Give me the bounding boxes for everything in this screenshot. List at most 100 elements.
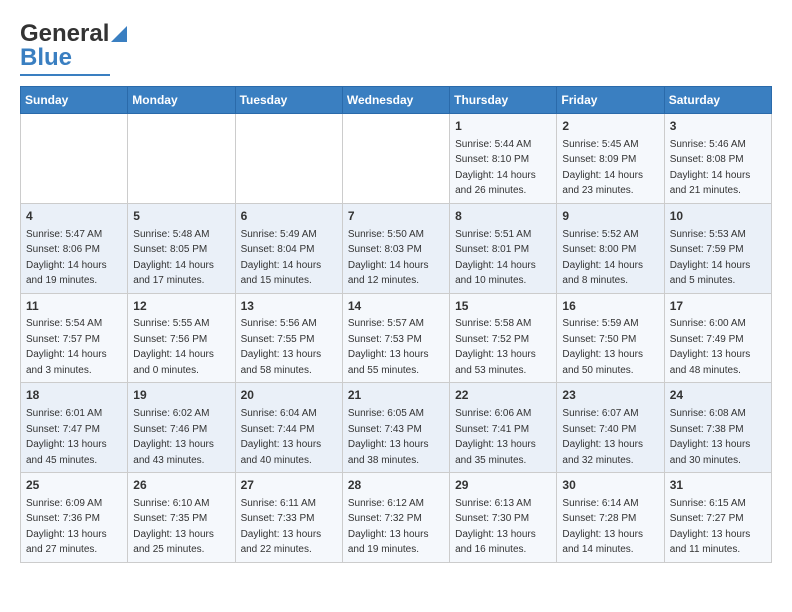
day-number: 30 xyxy=(562,477,658,494)
day-info: Sunrise: 6:06 AM Sunset: 7:41 PM Dayligh… xyxy=(455,408,536,466)
day-info: Sunrise: 5:49 AM Sunset: 8:04 PM Dayligh… xyxy=(241,229,322,287)
day-info: Sunrise: 5:46 AM Sunset: 8:08 PM Dayligh… xyxy=(670,139,751,197)
day-info: Sunrise: 5:50 AM Sunset: 8:03 PM Dayligh… xyxy=(348,229,429,287)
day-number: 6 xyxy=(241,208,337,225)
calendar-cell xyxy=(235,114,342,204)
calendar-cell: 31Sunrise: 6:15 AM Sunset: 7:27 PM Dayli… xyxy=(664,473,771,563)
day-info: Sunrise: 5:47 AM Sunset: 8:06 PM Dayligh… xyxy=(26,229,107,287)
calendar-cell: 4 Sunrise: 5:47 AM Sunset: 8:06 PM Daylig… xyxy=(21,203,128,293)
weekday-header-sunday: Sunday xyxy=(21,87,128,114)
calendar-header: SundayMondayTuesdayWednesdayThursdayFrid… xyxy=(21,87,772,114)
day-number: 14 xyxy=(348,298,444,315)
day-number: 1 xyxy=(455,118,551,135)
weekday-header-wednesday: Wednesday xyxy=(342,87,449,114)
weekday-header-monday: Monday xyxy=(128,87,235,114)
logo-arrow-icon xyxy=(109,24,129,44)
day-info: Sunrise: 6:15 AM Sunset: 7:27 PM Dayligh… xyxy=(670,498,751,556)
day-number: 5 xyxy=(133,208,229,225)
calendar-week-row: 11 Sunrise: 5:54 AM Sunset: 7:57 PM Dayli… xyxy=(21,293,772,383)
day-info: Sunrise: 6:00 AM Sunset: 7:49 PM Dayligh… xyxy=(670,318,751,376)
day-info: Sunrise: 5:51 AM Sunset: 8:01 PM Dayligh… xyxy=(455,229,536,287)
calendar-cell: 19Sunrise: 6:02 AM Sunset: 7:46 PM Dayli… xyxy=(128,383,235,473)
calendar-cell: 24 Sunrise: 6:08 AM Sunset: 7:38 PM Dayli… xyxy=(664,383,771,473)
calendar-cell: 5 Sunrise: 5:48 AM Sunset: 8:05 PM Daylig… xyxy=(128,203,235,293)
day-number: 2 xyxy=(562,118,658,135)
day-info: Sunrise: 5:55 AM Sunset: 7:56 PM Dayligh… xyxy=(133,318,214,376)
day-info: Sunrise: 5:58 AM Sunset: 7:52 PM Dayligh… xyxy=(455,318,536,376)
day-info: Sunrise: 5:54 AM Sunset: 7:57 PM Dayligh… xyxy=(26,318,107,376)
day-number: 23 xyxy=(562,387,658,404)
day-info: Sunrise: 6:07 AM Sunset: 7:40 PM Dayligh… xyxy=(562,408,643,466)
calendar-cell: 20 Sunrise: 6:04 AM Sunset: 7:44 PM Dayli… xyxy=(235,383,342,473)
day-number: 16 xyxy=(562,298,658,315)
calendar-cell: 30Sunrise: 6:14 AM Sunset: 7:28 PM Dayli… xyxy=(557,473,664,563)
day-info: Sunrise: 5:44 AM Sunset: 8:10 PM Dayligh… xyxy=(455,139,536,197)
page-header: General Blue xyxy=(20,20,772,76)
calendar-cell: 1 Sunrise: 5:44 AM Sunset: 8:10 PM Daylig… xyxy=(450,114,557,204)
calendar-cell xyxy=(128,114,235,204)
day-number: 8 xyxy=(455,208,551,225)
day-number: 4 xyxy=(26,208,122,225)
day-info: Sunrise: 6:04 AM Sunset: 7:44 PM Dayligh… xyxy=(241,408,322,466)
day-info: Sunrise: 5:53 AM Sunset: 7:59 PM Dayligh… xyxy=(670,229,751,287)
calendar-cell: 3 Sunrise: 5:46 AM Sunset: 8:08 PM Daylig… xyxy=(664,114,771,204)
logo-blue: Blue xyxy=(20,44,72,72)
logo-underline xyxy=(20,74,110,76)
calendar-cell: 14 Sunrise: 5:57 AM Sunset: 7:53 PM Dayli… xyxy=(342,293,449,383)
day-number: 20 xyxy=(241,387,337,404)
calendar-cell: 9 Sunrise: 5:52 AM Sunset: 8:00 PM Daylig… xyxy=(557,203,664,293)
calendar-week-row: 25 Sunrise: 6:09 AM Sunset: 7:36 PM Dayli… xyxy=(21,473,772,563)
calendar-cell: 18Sunrise: 6:01 AM Sunset: 7:47 PM Dayli… xyxy=(21,383,128,473)
day-info: Sunrise: 5:56 AM Sunset: 7:55 PM Dayligh… xyxy=(241,318,322,376)
day-number: 29 xyxy=(455,477,551,494)
day-number: 27 xyxy=(241,477,337,494)
calendar-cell: 22 Sunrise: 6:06 AM Sunset: 7:41 PM Dayli… xyxy=(450,383,557,473)
calendar-table: SundayMondayTuesdayWednesdayThursdayFrid… xyxy=(20,86,772,563)
day-number: 11 xyxy=(26,298,122,315)
weekday-header-tuesday: Tuesday xyxy=(235,87,342,114)
calendar-cell: 7 Sunrise: 5:50 AM Sunset: 8:03 PM Daylig… xyxy=(342,203,449,293)
calendar-cell: 12 Sunrise: 5:55 AM Sunset: 7:56 PM Dayli… xyxy=(128,293,235,383)
calendar-cell: 8 Sunrise: 5:51 AM Sunset: 8:01 PM Daylig… xyxy=(450,203,557,293)
calendar-cell: 16 Sunrise: 5:59 AM Sunset: 7:50 PM Dayli… xyxy=(557,293,664,383)
day-number: 13 xyxy=(241,298,337,315)
day-number: 9 xyxy=(562,208,658,225)
day-info: Sunrise: 5:59 AM Sunset: 7:50 PM Dayligh… xyxy=(562,318,643,376)
day-number: 15 xyxy=(455,298,551,315)
calendar-cell: 28 Sunrise: 6:12 AM Sunset: 7:32 PM Dayli… xyxy=(342,473,449,563)
day-number: 7 xyxy=(348,208,444,225)
calendar-cell: 26Sunrise: 6:10 AM Sunset: 7:35 PM Dayli… xyxy=(128,473,235,563)
calendar-cell: 27Sunrise: 6:11 AM Sunset: 7:33 PM Dayli… xyxy=(235,473,342,563)
day-number: 28 xyxy=(348,477,444,494)
day-info: Sunrise: 5:57 AM Sunset: 7:53 PM Dayligh… xyxy=(348,318,429,376)
calendar-week-row: 4 Sunrise: 5:47 AM Sunset: 8:06 PM Daylig… xyxy=(21,203,772,293)
day-info: Sunrise: 6:05 AM Sunset: 7:43 PM Dayligh… xyxy=(348,408,429,466)
day-number: 24 xyxy=(670,387,766,404)
calendar-cell: 13 Sunrise: 5:56 AM Sunset: 7:55 PM Dayli… xyxy=(235,293,342,383)
calendar-cell: 23 Sunrise: 6:07 AM Sunset: 7:40 PM Dayli… xyxy=(557,383,664,473)
calendar-cell: 15 Sunrise: 5:58 AM Sunset: 7:52 PM Dayli… xyxy=(450,293,557,383)
weekday-header-friday: Friday xyxy=(557,87,664,114)
calendar-cell: 2 Sunrise: 5:45 AM Sunset: 8:09 PM Daylig… xyxy=(557,114,664,204)
day-number: 21 xyxy=(348,387,444,404)
day-info: Sunrise: 6:02 AM Sunset: 7:46 PM Dayligh… xyxy=(133,408,214,466)
day-number: 22 xyxy=(455,387,551,404)
day-info: Sunrise: 6:08 AM Sunset: 7:38 PM Dayligh… xyxy=(670,408,751,466)
calendar-week-row: 1 Sunrise: 5:44 AM Sunset: 8:10 PM Daylig… xyxy=(21,114,772,204)
day-info: Sunrise: 5:48 AM Sunset: 8:05 PM Dayligh… xyxy=(133,229,214,287)
day-info: Sunrise: 6:13 AM Sunset: 7:30 PM Dayligh… xyxy=(455,498,536,556)
calendar-cell xyxy=(21,114,128,204)
day-number: 3 xyxy=(670,118,766,135)
calendar-cell: 11 Sunrise: 5:54 AM Sunset: 7:57 PM Dayli… xyxy=(21,293,128,383)
day-number: 25 xyxy=(26,477,122,494)
calendar-week-row: 18Sunrise: 6:01 AM Sunset: 7:47 PM Dayli… xyxy=(21,383,772,473)
day-number: 12 xyxy=(133,298,229,315)
day-info: Sunrise: 6:10 AM Sunset: 7:35 PM Dayligh… xyxy=(133,498,214,556)
calendar-cell: 29 Sunrise: 6:13 AM Sunset: 7:30 PM Dayli… xyxy=(450,473,557,563)
day-info: Sunrise: 5:45 AM Sunset: 8:09 PM Dayligh… xyxy=(562,139,643,197)
day-info: Sunrise: 6:12 AM Sunset: 7:32 PM Dayligh… xyxy=(348,498,429,556)
day-number: 17 xyxy=(670,298,766,315)
day-info: Sunrise: 6:09 AM Sunset: 7:36 PM Dayligh… xyxy=(26,498,107,556)
weekday-header-thursday: Thursday xyxy=(450,87,557,114)
day-info: Sunrise: 5:52 AM Sunset: 8:00 PM Dayligh… xyxy=(562,229,643,287)
